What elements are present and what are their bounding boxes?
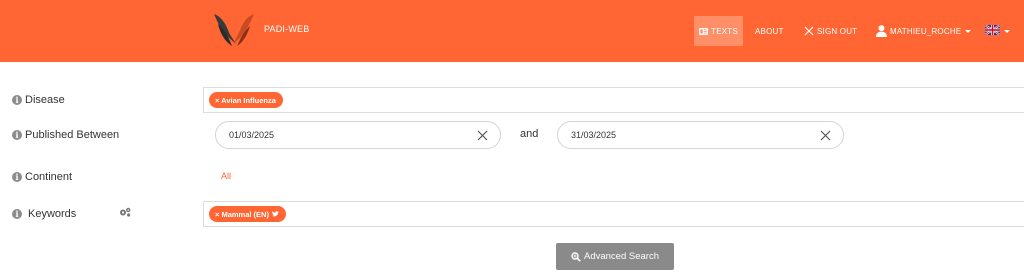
user-menu[interactable]: MATHIEU_ROCHE [876, 16, 972, 46]
nav-about[interactable]: ABOUT [755, 16, 784, 46]
texts-icon [699, 27, 709, 35]
uk-flag-icon [984, 24, 1001, 37]
nav-sign-out-label: SIGN OUT [817, 26, 858, 36]
gears-icon[interactable] [119, 207, 131, 217]
advanced-search-button[interactable]: Advanced Search [556, 243, 674, 270]
user-icon [876, 25, 887, 37]
close-icon [804, 26, 814, 36]
clear-icon[interactable] [820, 130, 831, 141]
disease-select[interactable]: × Avian Influenza [203, 87, 1024, 113]
continent-value[interactable]: All [221, 171, 231, 181]
nav-texts[interactable]: TEXTS [694, 16, 743, 46]
nav-about-label: ABOUT [755, 26, 784, 36]
date-to-field[interactable]: 31/03/2025 [557, 121, 844, 149]
continent-label: Continent [25, 171, 73, 183]
keyword-tag-label: × Mammal (EN) [215, 209, 269, 219]
top-navbar: PADI-WEB TEXTS ABOUT SIGN OUT MATHIEU_RO… [0, 0, 1024, 62]
keywords-label: Keywords [28, 208, 77, 220]
date-from-value: 01/03/2025 [229, 130, 275, 140]
nav-sign-out[interactable]: SIGN OUT [804, 16, 857, 46]
chevron-down-icon [965, 29, 972, 33]
search-icon [571, 251, 581, 262]
user-name: MATHIEU_ROCHE [890, 26, 962, 36]
keywords-select[interactable]: × Mammal (EN) [203, 201, 1024, 227]
disease-label: Disease [25, 94, 65, 106]
advanced-search-label: Advanced Search [584, 251, 659, 262]
chevron-down-icon [1004, 29, 1010, 33]
logo-bird-icon[interactable] [212, 10, 256, 52]
date-to-value: 31/03/2025 [571, 130, 617, 140]
clear-icon[interactable] [477, 130, 488, 141]
and-label: and [520, 128, 539, 140]
twitter-icon [271, 211, 279, 217]
info-icon[interactable]: i [12, 95, 22, 105]
brand-name[interactable]: PADI-WEB [264, 24, 309, 34]
info-icon[interactable]: i [12, 209, 22, 219]
info-icon[interactable]: i [12, 130, 22, 140]
language-menu[interactable] [984, 16, 1010, 46]
nav-texts-label: TEXTS [711, 26, 738, 36]
published-between-label: Published Between [25, 129, 120, 141]
date-from-field[interactable]: 01/03/2025 [215, 121, 501, 149]
info-icon[interactable]: i [12, 172, 22, 182]
disease-tag[interactable]: × Avian Influenza [209, 92, 283, 108]
keyword-tag[interactable]: × Mammal (EN) [209, 206, 286, 222]
